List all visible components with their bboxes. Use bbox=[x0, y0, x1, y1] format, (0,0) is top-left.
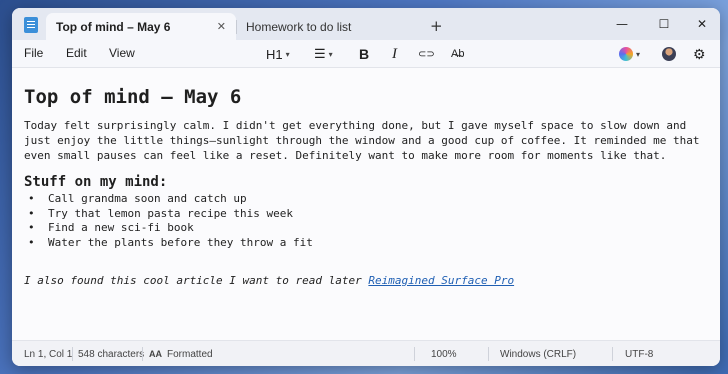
menu-edit[interactable]: Edit bbox=[66, 46, 87, 60]
closing-text: I also found this cool article I want to… bbox=[24, 273, 369, 287]
close-icon[interactable]: ✕ bbox=[217, 20, 226, 33]
cursor-position: Ln 1, Col 1 bbox=[24, 349, 73, 360]
line-ending[interactable]: Windows (CRLF) bbox=[500, 349, 576, 360]
tab-top-of-mind[interactable]: Top of mind – May 6 ✕ bbox=[46, 13, 236, 40]
bullet-list: Call grandma soon and catch up Try that … bbox=[24, 192, 708, 251]
heading-label: H1 bbox=[266, 46, 283, 62]
clear-formatting-icon[interactable]: A̶b bbox=[451, 44, 464, 64]
document-subheading: Stuff on my mind: bbox=[24, 174, 168, 190]
format-status[interactable]: Formatted bbox=[167, 349, 213, 360]
chevron-down-icon: ▾ bbox=[328, 49, 333, 59]
heading-dropdown[interactable]: H1 ▾ bbox=[266, 44, 290, 64]
italic-icon[interactable]: I bbox=[392, 44, 397, 64]
divider bbox=[142, 347, 143, 361]
account-avatar-icon bbox=[662, 47, 676, 61]
article-link[interactable]: Reimagined Surface Pro bbox=[368, 274, 514, 287]
menu-file[interactable]: File bbox=[24, 46, 43, 60]
copilot-dropdown[interactable]: ▾ bbox=[619, 44, 640, 64]
document-title: Top of mind – May 6 bbox=[24, 86, 242, 108]
notepad-window: Top of mind – May 6 ✕ Homework to do lis… bbox=[12, 8, 720, 366]
minimize-icon[interactable]: — bbox=[607, 14, 637, 34]
title-bar: Top of mind – May 6 ✕ Homework to do lis… bbox=[12, 8, 720, 40]
list-item: Try that lemon pasta recipe this week bbox=[24, 207, 708, 222]
encoding[interactable]: UTF-8 bbox=[625, 349, 653, 360]
copilot-icon bbox=[619, 47, 633, 61]
menu-view[interactable]: View bbox=[109, 46, 135, 60]
plus-icon[interactable]: + bbox=[430, 17, 443, 35]
tab-label: Homework to do list bbox=[246, 19, 352, 34]
link-icon[interactable]: ⊂⊃ bbox=[418, 44, 435, 64]
tab-homework[interactable]: Homework to do list bbox=[236, 13, 422, 40]
bold-icon[interactable]: B bbox=[359, 44, 369, 64]
maximize-icon[interactable]: ☐ bbox=[649, 14, 679, 34]
list-item: Call grandma soon and catch up bbox=[24, 192, 708, 207]
account-button[interactable] bbox=[662, 44, 676, 64]
bulleted-list-icon: ☰ bbox=[314, 46, 326, 61]
list-item: Water the plants before they throw a fit bbox=[24, 236, 708, 251]
status-bar: Ln 1, Col 1 548 characters AA Formatted … bbox=[12, 340, 720, 366]
notepad-icon bbox=[24, 17, 38, 33]
divider bbox=[414, 347, 415, 361]
closing-line: I also found this cool article I want to… bbox=[24, 273, 708, 288]
divider bbox=[72, 347, 73, 361]
tab-label: Top of mind – May 6 bbox=[56, 19, 171, 34]
editor-area[interactable]: Top of mind – May 6 Today felt surprisin… bbox=[12, 68, 720, 340]
chevron-down-icon: ▾ bbox=[285, 49, 290, 59]
zoom-level[interactable]: 100% bbox=[431, 349, 457, 360]
divider bbox=[488, 347, 489, 361]
list-dropdown[interactable]: ☰ ▾ bbox=[314, 44, 333, 64]
chevron-down-icon: ▾ bbox=[636, 49, 641, 59]
window-close-icon[interactable]: ✕ bbox=[687, 14, 717, 34]
gear-icon[interactable]: ⚙ bbox=[693, 44, 706, 64]
menu-bar: File Edit View H1 ▾ ☰ ▾ B I ⊂⊃ A̶b ▾ ⚙ bbox=[12, 40, 720, 68]
divider bbox=[612, 347, 613, 361]
text-format-icon: AA bbox=[149, 349, 162, 359]
document-paragraph: Today felt surprisingly calm. I didn't g… bbox=[24, 119, 700, 162]
list-item: Find a new sci-fi book bbox=[24, 221, 708, 236]
character-count: 548 characters bbox=[78, 349, 145, 360]
